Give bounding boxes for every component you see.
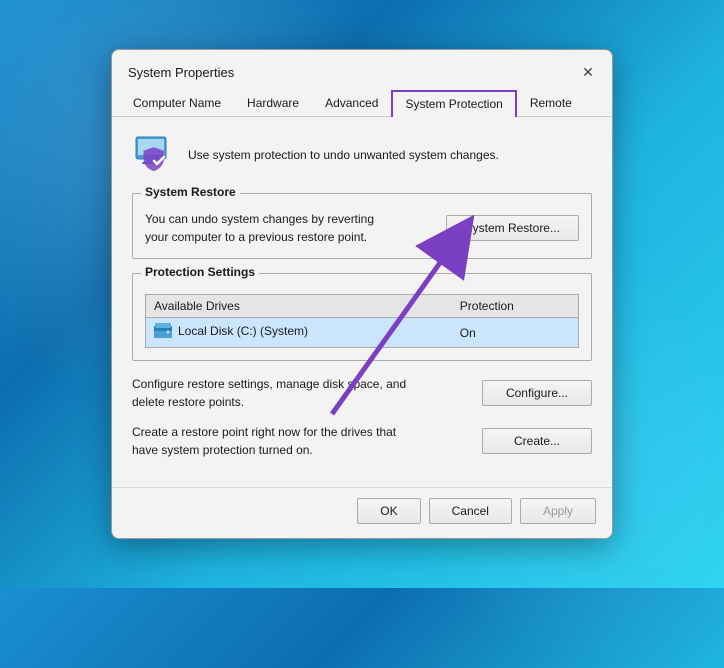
close-button[interactable]: ✕ bbox=[576, 60, 600, 84]
drive-name-cell: Local Disk (C:) (System) bbox=[146, 318, 452, 348]
ok-button[interactable]: OK bbox=[357, 498, 420, 524]
system-protection-icon bbox=[132, 133, 176, 177]
intro-text: Use system protection to undo unwanted s… bbox=[188, 148, 499, 162]
drive-icon-cell: Local Disk (C:) (System) bbox=[154, 323, 308, 339]
dialog-footer: OK Cancel Apply bbox=[112, 487, 612, 538]
configure-button[interactable]: Configure... bbox=[482, 380, 592, 406]
configure-description: Configure restore settings, manage disk … bbox=[132, 375, 482, 411]
create-button[interactable]: Create... bbox=[482, 428, 592, 454]
dialog-title: System Properties bbox=[128, 65, 234, 80]
configure-row: Configure restore settings, manage disk … bbox=[132, 375, 592, 411]
create-row: Create a restore point right now for the… bbox=[132, 423, 592, 459]
tab-bar: Computer Name Hardware Advanced System P… bbox=[112, 84, 612, 117]
title-bar: System Properties ✕ bbox=[112, 50, 612, 84]
intro-section: Use system protection to undo unwanted s… bbox=[132, 133, 592, 177]
dialog-content: Use system protection to undo unwanted s… bbox=[112, 117, 612, 487]
protection-status-cell: On bbox=[452, 318, 579, 348]
system-restore-label: System Restore bbox=[141, 185, 240, 199]
system-properties-dialog: System Properties ✕ Computer Name Hardwa… bbox=[111, 49, 613, 539]
tab-computer-name[interactable]: Computer Name bbox=[120, 90, 234, 116]
table-row[interactable]: Local Disk (C:) (System) On bbox=[146, 318, 579, 348]
system-restore-button[interactable]: System Restore... bbox=[446, 215, 579, 241]
protection-header: Protection bbox=[452, 295, 579, 318]
tab-system-protection[interactable]: System Protection bbox=[391, 90, 516, 117]
apply-button[interactable]: Apply bbox=[520, 498, 596, 524]
tab-remote[interactable]: Remote bbox=[517, 90, 585, 116]
cancel-button[interactable]: Cancel bbox=[429, 498, 512, 524]
system-restore-section: System Restore You can undo system chang… bbox=[132, 193, 592, 259]
system-restore-description: You can undo system changes by reverting… bbox=[145, 210, 446, 246]
create-description: Create a restore point right now for the… bbox=[132, 423, 482, 459]
system-restore-row: You can undo system changes by reverting… bbox=[145, 210, 579, 246]
available-drives-header: Available Drives bbox=[146, 295, 452, 318]
protection-settings-label: Protection Settings bbox=[141, 265, 259, 279]
drives-table: Available Drives Protection bbox=[145, 294, 579, 348]
tab-hardware[interactable]: Hardware bbox=[234, 90, 312, 116]
protection-settings-section: Protection Settings Available Drives Pro… bbox=[132, 273, 592, 361]
tab-advanced[interactable]: Advanced bbox=[312, 90, 391, 116]
